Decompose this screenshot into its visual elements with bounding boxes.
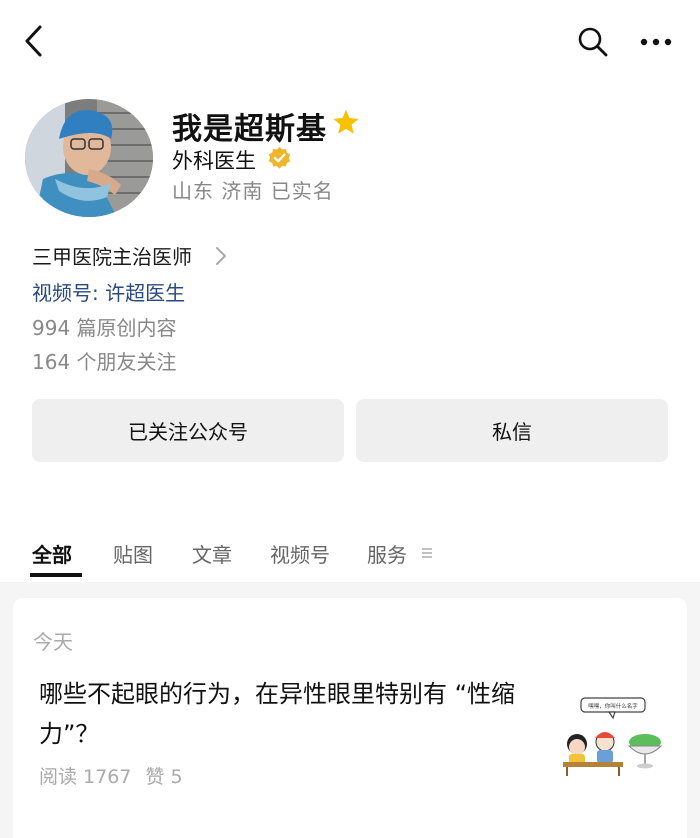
chevron-right-icon[interactable] xyxy=(214,246,228,266)
article-count: 994 篇原创内容 xyxy=(32,316,177,340)
hospital-link[interactable]: 三甲医院主治医师 xyxy=(32,241,192,270)
menu-icon[interactable] xyxy=(420,545,434,561)
avatar[interactable] xyxy=(25,99,153,217)
post-date: 今天 xyxy=(33,630,73,654)
video-channel-link[interactable]: 视频号: 许超医生 xyxy=(32,277,185,306)
top-bar xyxy=(0,0,700,84)
tab-services[interactable]: 服务 xyxy=(367,539,407,568)
profile-location: 山东 济南 已实名 xyxy=(172,179,334,203)
tab-images[interactable]: 贴图 xyxy=(113,539,153,568)
tab-video-channel[interactable]: 视频号 xyxy=(270,539,330,568)
active-tab-indicator xyxy=(30,573,82,577)
tab-all[interactable]: 全部 xyxy=(32,539,72,568)
like-count: 赞 5 xyxy=(145,766,183,788)
back-icon[interactable] xyxy=(20,24,52,58)
read-count: 阅读 1767 xyxy=(39,766,132,788)
profile-name: 我是超斯基 xyxy=(172,112,327,147)
post-title[interactable]: 哪些不起眼的行为，在异性眼里特别有 “性缩力”？ xyxy=(39,674,549,754)
more-dots-icon[interactable] xyxy=(638,30,674,54)
followed-button[interactable]: 已关注公众号 xyxy=(32,399,344,462)
post-thumbnail[interactable]: 嘿嘿，你叫什么名字 xyxy=(557,692,667,780)
message-button[interactable]: 私信 xyxy=(356,399,668,462)
friends-following-count[interactable]: 164 个朋友关注 xyxy=(32,346,177,375)
tab-articles[interactable]: 文章 xyxy=(192,539,232,568)
verified-badge-icon xyxy=(268,147,291,169)
profile-role: 外科医生 xyxy=(172,149,256,173)
search-icon[interactable] xyxy=(576,25,610,59)
post-stats: 阅读 1767 赞 5 xyxy=(39,762,197,789)
post-card[interactable]: 今天 哪些不起眼的行为，在异性眼里特别有 “性缩力”？ 阅读 1767 赞 5 嘿… xyxy=(13,598,687,838)
content-tabs: 全部 贴图 文章 视频号 服务 xyxy=(0,535,700,581)
thumb-caption: 嘿嘿，你叫什么名字 xyxy=(588,702,638,710)
star-icon xyxy=(333,109,359,134)
